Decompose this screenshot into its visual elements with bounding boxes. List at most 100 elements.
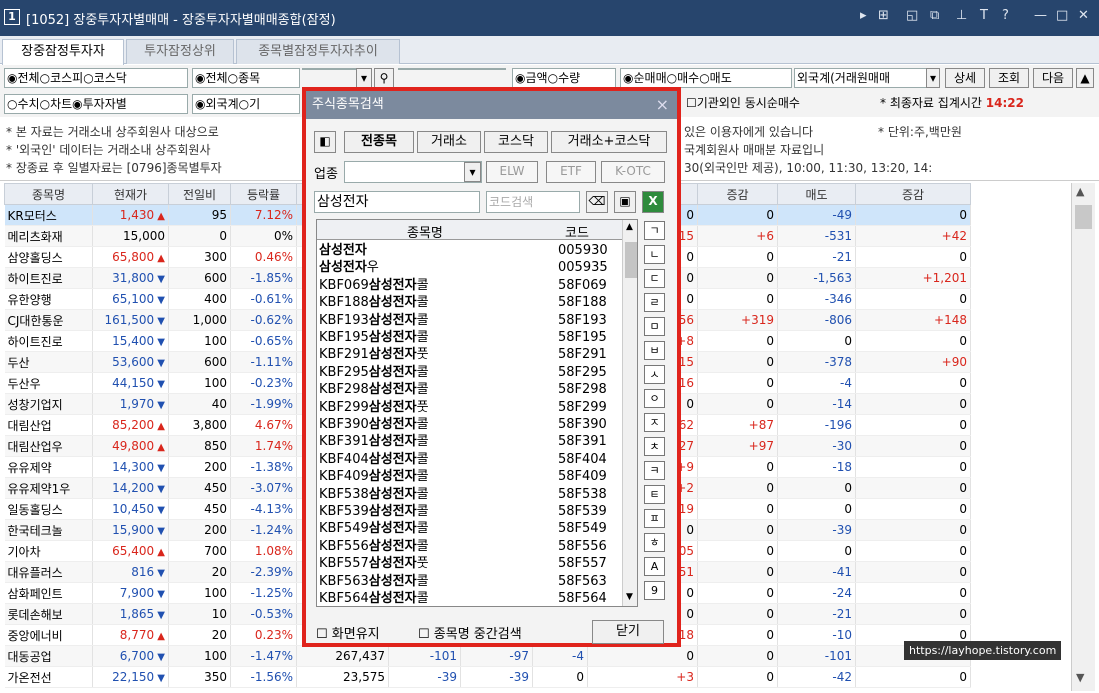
sector-select[interactable] <box>344 161 482 183</box>
consonant-button[interactable]: ㅎ <box>644 533 665 552</box>
column-header[interactable]: 종목명 <box>4 183 93 205</box>
close-icon[interactable]: ✕ <box>1078 8 1089 23</box>
list-item[interactable]: KBF299삼성전자풋 <box>319 399 429 416</box>
minimize-icon[interactable]: — <box>1034 8 1047 23</box>
code-search-input[interactable]: 코드검색 <box>486 191 580 213</box>
consonant-button[interactable]: ㅊ <box>644 437 665 456</box>
list-item[interactable]: 삼성전자 <box>319 242 367 259</box>
investor-select[interactable]: 외국계(거래원매매 <box>794 68 940 88</box>
detail-button[interactable]: 상세 <box>945 68 985 88</box>
consonant-button[interactable]: ㄹ <box>644 293 665 312</box>
list-item[interactable]: KBF391삼성전자콜 <box>319 433 429 450</box>
chevron-down-icon[interactable]: ▾ <box>464 162 481 182</box>
consonant-button[interactable]: ㅅ <box>644 365 665 384</box>
list-item[interactable]: KBF409삼성전자콜 <box>319 468 429 485</box>
next-button[interactable]: 다음 <box>1033 68 1073 88</box>
all-stocks-button[interactable]: 전종목 <box>344 131 414 153</box>
consonant-button[interactable]: ㅂ <box>644 341 665 360</box>
list-item[interactable]: KBF195삼성전자콜 <box>319 329 429 346</box>
tab-top[interactable]: 투자잠정상위 <box>126 39 234 64</box>
grid-scrollbar[interactable]: ▲ ▼ <box>1071 183 1095 691</box>
column-header[interactable]: 매도 <box>777 183 856 205</box>
consonant-button[interactable]: ㅍ <box>644 509 665 528</box>
consonant-button[interactable]: ㅌ <box>644 485 665 504</box>
list-item[interactable]: KBF557삼성전자풋 <box>319 555 429 572</box>
restore-icon[interactable]: ◱ <box>906 8 918 23</box>
scroll-up-icon[interactable]: ▲ <box>1076 185 1084 198</box>
column-header[interactable]: 증감 <box>697 183 778 205</box>
list-scrollbar[interactable]: ▲ ▼ <box>622 220 637 606</box>
etf-button[interactable]: ETF <box>546 161 596 183</box>
column-header[interactable]: 등락률 <box>230 183 297 205</box>
trade-radio-group[interactable]: ◉순매매○매수○매도 <box>620 68 792 88</box>
scroll-up-icon[interactable]: ▲ <box>626 222 633 232</box>
list-item[interactable]: KBF193삼성전자콜 <box>319 312 429 329</box>
list-item[interactable]: 삼성전자우 <box>319 259 379 276</box>
consonant-button[interactable]: ㅇ <box>644 389 665 408</box>
stock-list[interactable]: 종목명 코드 삼성전자 005930 삼성전자우 005935 KBF069삼성전자콜 5… <box>316 219 638 607</box>
close-button[interactable]: 닫기 <box>592 620 664 644</box>
collapse-button[interactable]: ▲ <box>1076 68 1094 88</box>
tab-investor[interactable]: 장중잠정투자자 <box>2 39 124 65</box>
consonant-button[interactable]: ㅁ <box>644 317 665 336</box>
scope-radio-group[interactable]: ◉전체○종목 <box>192 68 300 88</box>
tab-trend[interactable]: 종목별잠정투자자추이 <box>236 39 400 64</box>
view-radio-group[interactable]: ○수치○차트◉투자자별 <box>4 94 188 114</box>
excel-icon[interactable]: X <box>642 191 664 213</box>
arrow-icon[interactable]: ▸ <box>860 8 867 23</box>
eraser-icon[interactable]: ⌫ <box>586 191 608 213</box>
column-header[interactable]: 전일비 <box>168 183 231 205</box>
scroll-down-icon[interactable]: ▼ <box>1076 671 1084 684</box>
chevron-down-icon[interactable]: ▾ <box>356 68 372 88</box>
unit-radio-group[interactable]: ◉금액○수량 <box>512 68 616 88</box>
scroll-down-icon[interactable]: ▼ <box>626 592 633 602</box>
stock-name-input[interactable] <box>398 68 506 70</box>
list-item[interactable]: KBF404삼성전자콜 <box>319 451 429 468</box>
list-item[interactable]: KBF295삼성전자콜 <box>319 364 429 381</box>
kotc-button[interactable]: K-OTC <box>601 161 665 183</box>
list-item[interactable]: KBF538삼성전자콜 <box>319 486 429 503</box>
column-header[interactable]: 현재가 <box>92 183 169 205</box>
list-item[interactable]: KBF539삼성전자콜 <box>319 503 429 520</box>
elw-button[interactable]: ELW <box>486 161 538 183</box>
consonant-button[interactable]: A <box>644 557 665 576</box>
keep-screen-checkbox[interactable]: ☐ 화면유지 <box>316 623 380 642</box>
list-item[interactable]: KBF390삼성전자콜 <box>319 416 429 433</box>
maximize-icon[interactable]: □ <box>1056 8 1068 23</box>
table-row[interactable]: 가온전선 22,150 ▼ 350 -1.56% 23,575 -39 -39 0 +3 0 -42… <box>4 666 971 688</box>
list-item[interactable]: KBF291삼성전자풋 <box>319 346 429 363</box>
scroll-thumb[interactable] <box>1075 205 1092 229</box>
chevron-down-icon[interactable]: ▾ <box>926 68 940 88</box>
consonant-button[interactable]: ㅈ <box>644 413 665 432</box>
save-icon[interactable]: ▣ <box>614 191 636 213</box>
grid-icon[interactable]: ⊞ <box>878 8 889 23</box>
consonant-button[interactable]: 9 <box>644 581 665 600</box>
list-item[interactable]: KBF564삼성전자콜 <box>319 590 429 606</box>
list-item[interactable]: KBF298삼성전자콜 <box>319 381 429 398</box>
consonant-button[interactable]: ㄷ <box>644 269 665 288</box>
pin-icon[interactable]: ⊥ <box>956 8 967 23</box>
help-icon[interactable]: ? <box>1002 8 1009 23</box>
list-item[interactable]: KBF563삼성전자콜 <box>319 573 429 590</box>
list-item[interactable]: KBF069삼성전자콜 <box>319 277 429 294</box>
foreign-radio-group[interactable]: ◉외국계○기 <box>192 94 300 114</box>
consonant-button[interactable]: ㄱ <box>644 221 665 240</box>
consonant-button[interactable]: ㄴ <box>644 245 665 264</box>
list-item[interactable]: KBF556삼성전자콜 <box>319 538 429 555</box>
scroll-thumb[interactable] <box>625 242 637 278</box>
list-item[interactable]: KBF549삼성전자콜 <box>319 520 429 537</box>
market-radio-group[interactable]: ◉전체○코스피○코스닥 <box>4 68 188 88</box>
table-row[interactable]: 대동공업 6,700 ▼ 100 -1.47% 267,437 -101 -97 -4 0 0 -1… <box>4 645 971 667</box>
column-header[interactable]: 증감 <box>855 183 971 205</box>
text-icon[interactable]: T <box>980 8 988 23</box>
query-button[interactable]: 조회 <box>989 68 1029 88</box>
copy-icon[interactable]: ⧉ <box>930 8 939 23</box>
kospi-kosdaq-button[interactable]: 거래소+코스닥 <box>551 131 667 153</box>
kospi-button[interactable]: 거래소 <box>417 131 481 153</box>
list-item[interactable]: KBF188삼성전자콜 <box>319 294 429 311</box>
panel-toggle-icon[interactable]: ◧ <box>314 131 336 153</box>
middle-search-checkbox[interactable]: ☐ 종목명 중간검색 <box>418 623 522 642</box>
consonant-button[interactable]: ㅋ <box>644 461 665 480</box>
inst-foreign-checkbox[interactable]: ☐기관외인 동시순매수 <box>684 94 854 112</box>
search-icon[interactable]: ⚲ <box>374 68 394 88</box>
